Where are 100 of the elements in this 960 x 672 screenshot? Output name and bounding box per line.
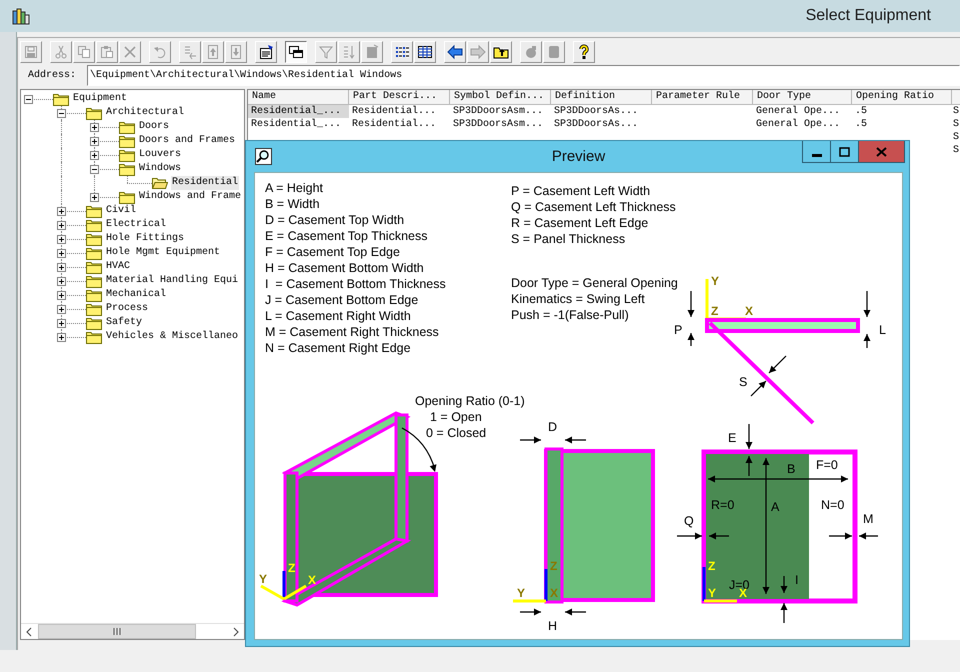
floppy-icon — [23, 44, 39, 60]
column-header[interactable]: Definition — [551, 90, 652, 105]
column-header[interactable]: Name — [248, 90, 349, 105]
column-header[interactable]: Door Type — [753, 90, 852, 105]
legend-text: H = Casement Bottom Width — [265, 260, 425, 276]
legend-text: D = Casement Top Width — [265, 212, 406, 228]
expand-icon[interactable] — [57, 305, 66, 314]
tree-item[interactable]: Civil — [105, 204, 138, 218]
note-text: 0 = Closed — [426, 426, 486, 440]
dimension-label: H — [548, 619, 558, 633]
tree-item[interactable]: Doors and Frames — [138, 134, 236, 148]
dimension-label: D — [548, 420, 558, 434]
address-field[interactable]: \Equipment\Architectural\Windows\Residential Windows — [87, 64, 960, 86]
tree-item[interactable]: Hole Fittings — [105, 232, 186, 246]
properties-icon — [258, 44, 274, 60]
expand-icon[interactable] — [57, 319, 66, 328]
expand-icon[interactable] — [57, 277, 66, 286]
axis-label: X — [550, 586, 558, 600]
table-cell: Residential_... — [251, 106, 342, 117]
tree-item[interactable]: Architectural — [105, 106, 186, 120]
folder-icon — [119, 190, 135, 204]
expand-icon[interactable] — [57, 291, 66, 300]
folder-icon — [86, 246, 102, 260]
axis-label: Y — [517, 586, 526, 600]
dialog-title: Preview — [552, 148, 606, 165]
legend-text: E = Casement Top Thickness — [265, 228, 428, 244]
tree-item[interactable]: Louvers — [138, 148, 182, 162]
expand-icon[interactable] — [57, 333, 66, 342]
tree-item[interactable]: Mechanical — [105, 288, 168, 302]
legend-text: S = Panel Thickness — [511, 231, 626, 247]
tree-item[interactable]: Material Handling Equi — [105, 274, 240, 288]
filter-icon — [318, 44, 334, 60]
expand-icon[interactable] — [90, 123, 99, 132]
dimension-label: L — [879, 323, 886, 337]
expand-icon[interactable] — [90, 193, 99, 202]
tree-item[interactable]: Residential — [171, 176, 240, 190]
folder-icon — [119, 162, 135, 176]
expand-icon[interactable] — [57, 207, 66, 216]
folder-icon — [119, 120, 135, 134]
legend-text: B = Width — [265, 196, 321, 212]
open-folder-icon — [152, 176, 168, 190]
copy-icon — [76, 44, 92, 60]
dimension-label: Q — [684, 514, 694, 528]
column-header[interactable]: Opening Ratio — [852, 90, 952, 105]
table-cell: .5 — [855, 106, 868, 117]
clipboard-icon — [99, 44, 115, 60]
up-folder-button[interactable] — [490, 40, 512, 62]
expand-icon[interactable] — [90, 151, 99, 160]
axis-label: Y — [708, 586, 716, 600]
cross-icon — [122, 44, 138, 60]
details-button[interactable] — [414, 40, 436, 62]
folder-icon — [86, 106, 102, 120]
expand-icon[interactable] — [57, 249, 66, 258]
scissors-icon — [53, 44, 69, 60]
column-header[interactable]: Parameter Rule — [652, 90, 753, 105]
close-button[interactable] — [859, 141, 904, 162]
tree-item[interactable]: Vehicles & Miscellaneo — [105, 330, 240, 344]
preview-button[interactable] — [285, 40, 307, 62]
folder-icon — [86, 204, 102, 218]
scrollbar-thumb[interactable] — [38, 624, 196, 639]
tree-item[interactable]: Equipment — [72, 92, 128, 106]
folder-icon — [53, 92, 69, 106]
page-icon — [546, 44, 562, 60]
tree-item[interactable]: Process — [105, 302, 150, 316]
folder-icon — [86, 260, 102, 274]
folder-icon — [86, 218, 102, 232]
folder-icon — [119, 134, 135, 148]
column-header[interactable]: Part Descri... — [349, 90, 450, 105]
table-cell: General Ope... — [756, 119, 840, 130]
expand-icon[interactable] — [90, 137, 99, 146]
tree-item[interactable]: Electrical — [105, 218, 168, 232]
tree-item[interactable]: Windows and Frame — [138, 190, 242, 204]
collapse-icon[interactable] — [24, 95, 33, 104]
tree-item[interactable]: Hole Mgmt Equipment — [105, 246, 222, 260]
tree-item[interactable]: Doors — [138, 120, 170, 134]
left-arrow-icon — [447, 44, 463, 60]
collapse-icon[interactable] — [90, 165, 99, 174]
list-button[interactable] — [391, 40, 413, 62]
tree-item[interactable]: Windows — [138, 162, 182, 176]
expand-icon[interactable] — [57, 263, 66, 272]
back-button[interactable] — [444, 40, 466, 62]
expand-icon[interactable] — [57, 221, 66, 230]
table-cell: S — [953, 145, 960, 156]
table-cell: .5 — [855, 119, 868, 130]
column-header[interactable]: Symbol Defin... — [450, 90, 551, 105]
collapse-icon[interactable] — [57, 109, 66, 118]
dimension-label: A — [771, 500, 780, 514]
info-text: Door Type = General Opening — [511, 275, 678, 291]
table-cell: SP3DDoorsAsm... — [453, 106, 544, 117]
expand-icon[interactable] — [57, 235, 66, 244]
properties-button[interactable] — [255, 40, 277, 62]
table-cell: SP3DDoorsAsm... — [453, 119, 544, 130]
tree-item[interactable]: Safety — [105, 316, 144, 330]
legend-text: A = Height — [265, 180, 324, 196]
axis-label: X — [308, 573, 316, 587]
table-cell: Residential... — [352, 119, 436, 130]
tree-item[interactable]: HVAC — [105, 260, 132, 274]
axis-label: Z — [711, 304, 718, 318]
table-cell: SP3DDoorsAs... — [554, 119, 638, 130]
help-button[interactable] — [573, 40, 595, 62]
